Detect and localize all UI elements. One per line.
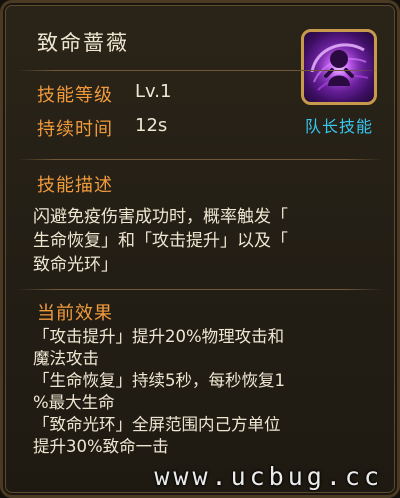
- skill-level-label: 技能等级: [37, 85, 113, 106]
- skill-tooltip-panel: 致命蔷薇 队长技能 技能等级 Lv.1 持续时间 12s 技能描述 闪避免疫伤害…: [0, 0, 400, 498]
- description-line: 生命恢复」和「攻击提升」以及「: [33, 231, 288, 251]
- divider: [17, 159, 383, 160]
- divider: [17, 289, 383, 290]
- current-effects: 「攻击提升」提升20%物理攻击和 魔法攻击 「生命恢复」持续5秒，每秒恢复1 %…: [33, 326, 381, 458]
- effect-line: 提升30%致命一击: [33, 437, 169, 456]
- site-watermark: www.ucbug.cc: [154, 462, 383, 491]
- effect-line: 「生命恢复」持续5秒，每秒恢复1: [33, 371, 285, 390]
- effect-line: 魔法攻击: [33, 349, 99, 368]
- skill-icon-frame[interactable]: [301, 29, 377, 105]
- skill-name: 致命蔷薇: [37, 31, 129, 55]
- skill-level-value: Lv.1: [135, 81, 172, 102]
- description-title: 技能描述: [37, 175, 113, 196]
- skill-level-row: 技能等级 Lv.1: [37, 81, 171, 107]
- skill-description: 闪避免疫伤害成功时，概率触发「 生命恢复」和「攻击提升」以及「 致命光环」: [33, 205, 381, 277]
- captain-skill-tag: 队长技能: [304, 117, 373, 136]
- description-line: 闪避免疫伤害成功时，概率触发「: [33, 207, 288, 227]
- effect-line: 「致命光环」全屏范围内己方单位: [33, 415, 281, 434]
- duration-label: 持续时间: [37, 119, 113, 140]
- duration-value: 12s: [135, 115, 168, 136]
- current-effects-title: 当前效果: [37, 303, 113, 324]
- duration-row: 持续时间 12s: [37, 115, 167, 141]
- divider: [17, 70, 383, 71]
- effect-line: 「攻击提升」提升20%物理攻击和: [33, 327, 285, 346]
- rose-burst-icon: [309, 38, 369, 98]
- effect-line: %最大生命: [33, 393, 115, 412]
- description-line: 致命光环」: [33, 255, 118, 275]
